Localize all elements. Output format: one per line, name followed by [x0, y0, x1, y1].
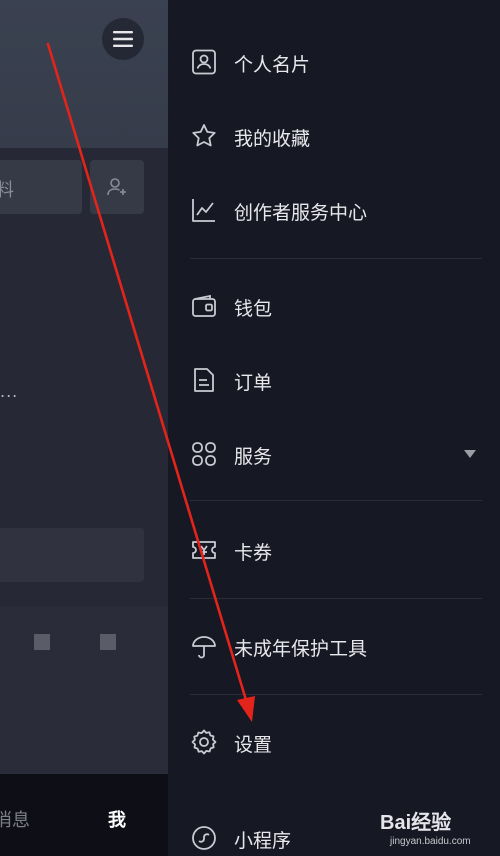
- watermark-logo-text: Bai经验: [380, 812, 452, 834]
- divider: [190, 500, 482, 501]
- video-thumbnail[interactable]: [34, 634, 50, 650]
- drawer-item-label: 未成年保护工具: [234, 638, 368, 660]
- drawer-item-personal-card[interactable]: 个人名片: [190, 34, 480, 90]
- drawer-item-settings[interactable]: 设置: [190, 714, 480, 770]
- video-grid[interactable]: [0, 606, 168, 774]
- add-friend-button[interactable]: [90, 160, 144, 214]
- edit-profile-button[interactable]: 料: [0, 160, 82, 214]
- star-icon: [192, 124, 216, 147]
- tab-messages[interactable]: 消息: [0, 806, 30, 832]
- line-chart-icon: [192, 199, 215, 222]
- drawer-item-label: 服务: [234, 446, 273, 468]
- hamburger-menu-button[interactable]: [102, 18, 144, 60]
- umbrella-icon: [192, 636, 216, 659]
- drawer-item-orders[interactable]: 订单: [190, 352, 480, 408]
- mini-program-icon: [192, 826, 216, 850]
- drawer-item-favorites[interactable]: 我的收藏: [190, 108, 480, 164]
- gear-icon: [191, 729, 217, 755]
- chevron-down-icon[interactable]: [464, 450, 476, 458]
- drawer-item-label: 我的收藏: [234, 128, 311, 150]
- drawer-item-wallet[interactable]: 钱包: [190, 278, 480, 334]
- hamburger-icon: [113, 31, 133, 47]
- divider: [190, 258, 482, 259]
- drawer-item-label: 订单: [234, 372, 273, 394]
- add-friend-icon: [107, 178, 126, 196]
- bio-text: ...: [0, 382, 19, 401]
- divider: [190, 694, 482, 695]
- wallet-icon: [192, 294, 216, 317]
- drawer-item-label: 小程序: [234, 830, 292, 852]
- four-squares-icon: [192, 442, 216, 466]
- drawer-item-services[interactable]: 服务: [190, 426, 480, 482]
- drawer-item-label: 个人名片: [234, 54, 311, 76]
- drawer-item-label: 创作者服务中心: [234, 202, 368, 224]
- divider: [190, 598, 482, 599]
- profile-background-panel[interactable]: 料 ... 消息 我: [0, 0, 168, 856]
- drawer-item-label: 设置: [234, 734, 273, 756]
- baidu-jingyan-watermark: Bai经验 jingyan.baidu.com: [380, 800, 496, 856]
- drawer-item-minor-protection[interactable]: 未成年保护工具: [190, 618, 480, 674]
- watermark-url: jingyan.baidu.com: [390, 836, 471, 847]
- video-thumbnail[interactable]: [100, 634, 116, 650]
- profile-header-cover: [0, 0, 168, 148]
- drawer-item-label: 卡券: [234, 542, 273, 564]
- profile-card[interactable]: [0, 528, 144, 582]
- tab-me[interactable]: 我: [108, 806, 126, 832]
- ticket-icon: [192, 541, 216, 559]
- order-document-icon: [194, 368, 214, 392]
- drawer-item-coupons[interactable]: 卡券: [190, 522, 480, 578]
- edit-profile-label: 料: [0, 180, 14, 201]
- id-card-icon: [192, 49, 216, 75]
- drawer-item-creator-center[interactable]: 创作者服务中心: [190, 182, 480, 238]
- drawer-item-label: 钱包: [234, 298, 273, 320]
